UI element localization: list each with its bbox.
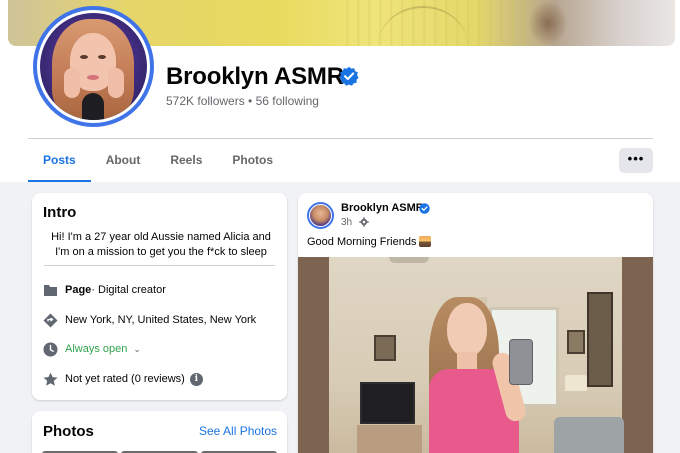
cover-shade [528,0,568,46]
intro-card: Intro Hi! I'm a 27 year old Aussie named… [32,193,287,400]
intro-rating-row: Not yet rated (0 reviews) i [42,370,203,388]
star-icon [42,371,58,387]
profile-stats[interactable]: 572K followers • 56 following [166,94,319,108]
intro-hours-row[interactable]: Always open ⌄ [42,340,141,358]
tab-reels[interactable]: Reels [155,140,217,182]
profile-tabs: Posts About Reels Photos [28,140,288,182]
intro-hours[interactable]: Always open [65,343,127,355]
see-all-photos-link[interactable]: See All Photos [199,424,277,438]
post-timestamp[interactable]: 3h [341,217,352,228]
info-icon[interactable]: i [189,372,203,386]
more-options-button[interactable]: ••• [619,148,653,173]
post-text: Good Morning Friends [307,236,432,248]
location-icon [42,312,58,328]
post-card: Brooklyn ASMR 3h Good Morning Friends [298,193,653,453]
chevron-down-icon[interactable]: ⌄ [133,344,141,355]
profile-avatar-image [40,13,147,120]
verified-badge-icon [339,66,359,86]
profile-header: Brooklyn ASMR 572K followers • 56 follow… [0,0,680,182]
intro-page-category: · Digital creator [91,284,166,296]
sunrise-icon [419,236,432,247]
intro-divider [44,265,275,266]
intro-location-row: New York, NY, United States, New York [42,311,256,329]
post-text-content: Good Morning Friends [307,236,417,248]
verified-badge-icon [419,203,430,214]
gear-icon [359,217,369,227]
post-author-name[interactable]: Brooklyn ASMR [341,202,424,214]
photos-card: Photos See All Photos [32,411,287,453]
profile-name: Brooklyn ASMR [166,63,344,90]
post-photo[interactable] [298,257,653,453]
intro-page-label: Page [65,284,92,296]
intro-title: Intro [43,204,77,221]
clock-icon [42,341,58,357]
tab-photos[interactable]: Photos [217,140,288,182]
page-icon [42,282,58,298]
tab-posts[interactable]: Posts [28,140,91,182]
photos-title: Photos [43,423,94,440]
intro-location[interactable]: New York, NY, United States, New York [65,314,256,326]
intro-bio: Hi! I'm a 27 year old Aussie named Alici… [51,231,271,258]
intro-rating: Not yet rated (0 reviews) [65,373,185,385]
profile-avatar[interactable] [33,6,154,127]
header-divider [28,138,653,139]
tab-about[interactable]: About [91,140,156,182]
intro-page-row: Page · Digital creator [42,281,166,299]
microphone-icon [82,93,104,120]
post-author-avatar[interactable] [307,202,334,229]
